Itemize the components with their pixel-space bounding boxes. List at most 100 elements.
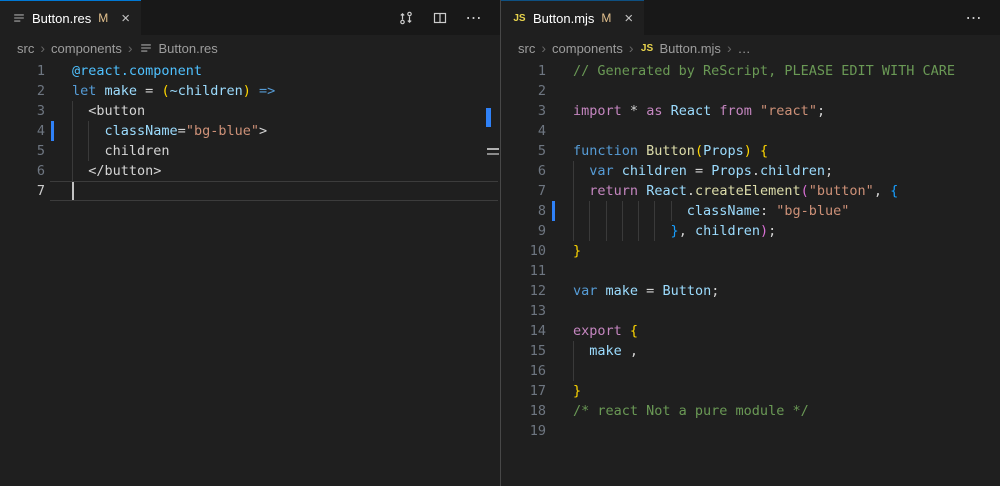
code-line-content [573, 81, 1000, 101]
code-line[interactable]: 19 [501, 421, 1000, 441]
breadcrumb-file[interactable]: Button.mjs [660, 41, 721, 56]
code-line[interactable]: 15 make , [501, 341, 1000, 361]
code-token: // Generated by ReScript, PLEASE EDIT WI… [573, 63, 955, 79]
breadcrumb-src[interactable]: src [518, 41, 535, 56]
line-number[interactable]: 3 [501, 101, 546, 121]
code-line[interactable]: 6 var children = Props.children; [501, 161, 1000, 181]
gutter-decorations [546, 261, 573, 281]
code-token: children [72, 143, 170, 159]
code-line[interactable]: 12var make = Button; [501, 281, 1000, 301]
close-icon[interactable]: × [121, 11, 130, 26]
code-line-content: var children = Props.children; [573, 161, 1000, 181]
line-number[interactable]: 5 [0, 141, 45, 161]
code-line[interactable]: 14export { [501, 321, 1000, 341]
close-icon[interactable]: × [624, 11, 633, 26]
code-line[interactable]: 11 [501, 261, 1000, 281]
line-number[interactable]: 6 [0, 161, 45, 181]
code-line[interactable]: 1@react.component [0, 61, 500, 81]
tab-button-res[interactable]: Button.res M × [0, 0, 141, 35]
line-number[interactable]: 16 [501, 361, 546, 381]
tab-bar-left: Button.res M × [0, 0, 500, 35]
line-number[interactable]: 15 [501, 341, 546, 361]
gutter-decorations [546, 141, 573, 161]
line-number[interactable]: 7 [0, 181, 45, 201]
code-line[interactable]: 10} [501, 241, 1000, 261]
code-token: createElement [695, 183, 801, 199]
code-line[interactable]: 5 children [0, 141, 500, 161]
code-line-content: make , [573, 341, 1000, 361]
breadcrumb-components[interactable]: components [552, 41, 623, 56]
code-line[interactable]: 4 className="bg-blue"> [0, 121, 500, 141]
split-editor-icon[interactable] [430, 8, 450, 28]
code-line[interactable]: 5function Button(Props) { [501, 141, 1000, 161]
line-number[interactable]: 10 [501, 241, 546, 261]
overview-ruler[interactable] [486, 61, 500, 486]
breadcrumb-components[interactable]: components [51, 41, 122, 56]
code-token: from [719, 103, 752, 119]
code-line[interactable]: 18/* react Not a pure module */ [501, 401, 1000, 421]
line-number[interactable]: 19 [501, 421, 546, 441]
code-token: ) [243, 83, 251, 99]
line-number[interactable]: 7 [501, 181, 546, 201]
code-token: "bg-blue" [776, 203, 849, 219]
gutter-decorations [45, 81, 72, 101]
code-line[interactable]: 16 [501, 361, 1000, 381]
breadcrumb-file[interactable]: Button.res [159, 41, 218, 56]
line-number[interactable]: 13 [501, 301, 546, 321]
code-token: ( [161, 83, 169, 99]
line-number[interactable]: 2 [501, 81, 546, 101]
line-number[interactable]: 4 [501, 121, 546, 141]
indent-guide [589, 201, 590, 221]
line-number[interactable]: 8 [501, 201, 546, 221]
line-number[interactable]: 12 [501, 281, 546, 301]
more-actions-icon[interactable]: ⋯ [964, 8, 984, 28]
code-line[interactable]: 17} [501, 381, 1000, 401]
code-line[interactable]: 9 }, children); [501, 221, 1000, 241]
code-line[interactable]: 7 return React.createElement("button", { [501, 181, 1000, 201]
breadcrumb-symbol-ellipsis[interactable]: … [738, 41, 751, 56]
tab-label: Button.res [32, 11, 91, 26]
indent-guide [671, 201, 672, 221]
code-line-content: </button> [72, 161, 500, 181]
line-number[interactable]: 17 [501, 381, 546, 401]
line-number[interactable]: 1 [501, 61, 546, 81]
code-editor-right[interactable]: 1 // Generated by ReScript, PLEASE EDIT W… [501, 61, 1000, 486]
more-actions-icon[interactable]: ⋯ [464, 8, 484, 28]
line-number[interactable]: 18 [501, 401, 546, 421]
indent-guide [589, 221, 590, 241]
code-line[interactable]: 4 [501, 121, 1000, 141]
code-token: ; [825, 163, 833, 179]
open-changes-icon[interactable] [396, 8, 416, 28]
code-token [752, 103, 760, 119]
code-line-content: } [573, 381, 1000, 401]
code-token [251, 83, 259, 99]
code-line[interactable]: 1 // Generated by ReScript, PLEASE EDIT W… [501, 61, 1000, 81]
code-line[interactable]: 2 [501, 81, 1000, 101]
line-number[interactable]: 4 [0, 121, 45, 141]
code-line-content [573, 421, 1000, 441]
code-line[interactable]: 2let make = (~children) => [0, 81, 500, 101]
code-line[interactable]: 8 className: "bg-blue" [501, 201, 1000, 221]
js-file-icon: JS [640, 41, 655, 56]
code-line[interactable]: 13 [501, 301, 1000, 321]
code-token: "react" [760, 103, 817, 119]
code-editor-left[interactable]: 1@react.component2let make = (~children)… [0, 61, 500, 486]
line-number[interactable]: 6 [501, 161, 546, 181]
tab-button-mjs[interactable]: JS Button.mjs M × [501, 0, 644, 35]
code-line[interactable]: 3 <button [0, 101, 500, 121]
line-number[interactable]: 9 [501, 221, 546, 241]
line-number[interactable]: 14 [501, 321, 546, 341]
code-line[interactable]: 3import * as React from "react"; [501, 101, 1000, 121]
code-token [96, 83, 104, 99]
line-number[interactable]: 1 [0, 61, 45, 81]
code-token: ) [744, 143, 752, 159]
line-number[interactable]: 3 [0, 101, 45, 121]
code-token: React [671, 103, 712, 119]
indent-guide [72, 101, 73, 121]
line-number[interactable]: 2 [0, 81, 45, 101]
line-number[interactable]: 11 [501, 261, 546, 281]
line-number[interactable]: 5 [501, 141, 546, 161]
code-line[interactable]: 7 [0, 181, 500, 201]
breadcrumb-src[interactable]: src [17, 41, 34, 56]
code-line[interactable]: 6 </button> [0, 161, 500, 181]
